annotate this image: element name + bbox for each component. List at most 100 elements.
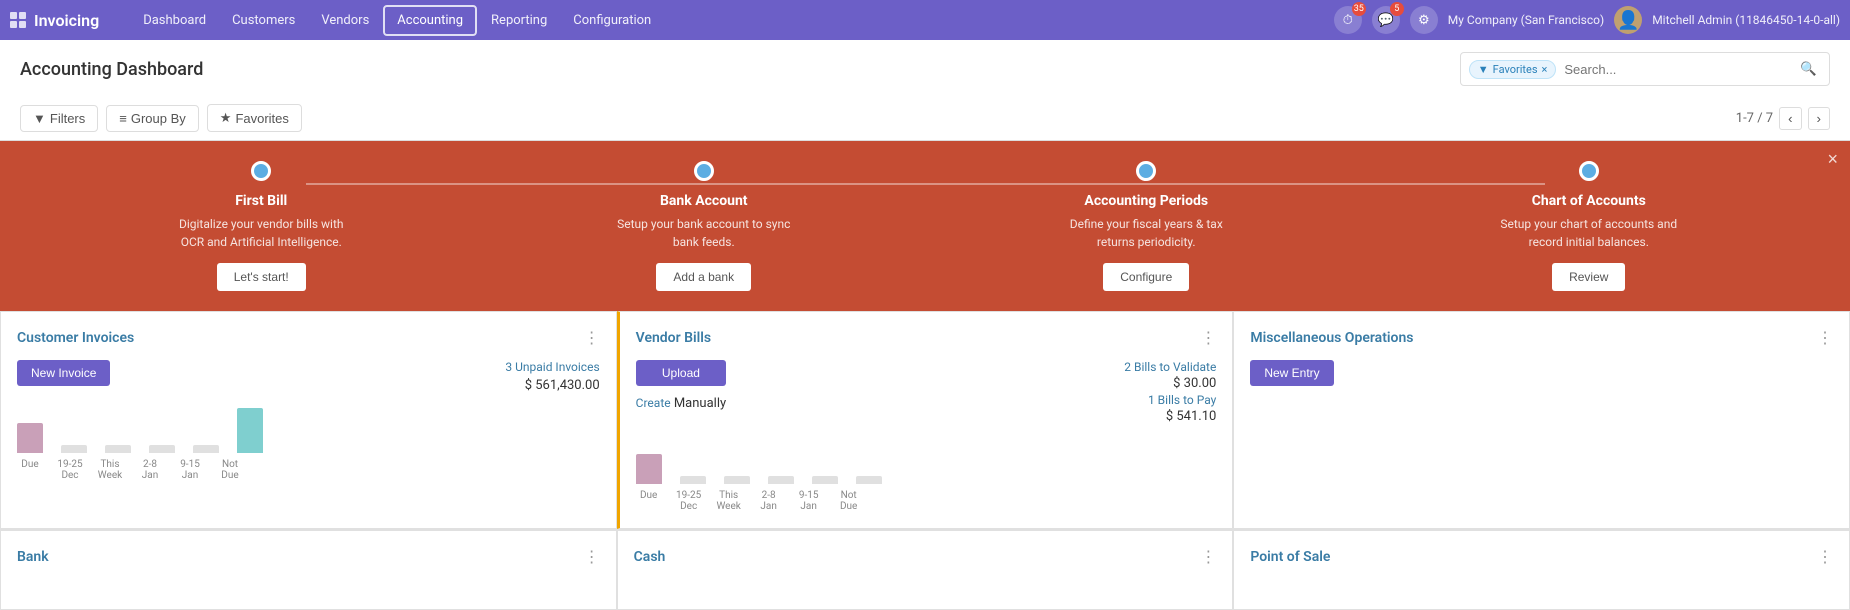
step-btn-3[interactable]: Configure — [1103, 263, 1189, 291]
activity-badge[interactable]: ⏱ 35 — [1334, 6, 1362, 34]
step-desc-3: Define your fiscal years & tax returns p… — [1056, 215, 1236, 251]
misc-operations-title: Miscellaneous Operations — [1250, 330, 1413, 346]
bills-validate-link[interactable]: 2 Bills to Validate — [1124, 360, 1216, 374]
search-input[interactable] — [1556, 60, 1796, 79]
bar-due — [17, 423, 43, 453]
vb-chart-label-jan28: 2-8 Jan — [756, 490, 782, 512]
chart-col-thisweek — [105, 445, 131, 453]
invoices-amount: $ 561,430.00 — [505, 378, 599, 393]
settings-badge[interactable]: ⚙ — [1410, 6, 1438, 34]
bar-dec — [61, 445, 87, 453]
grid-icon[interactable] — [10, 12, 26, 28]
onboarding-step-4: Chart of Accounts Setup your chart of ac… — [1368, 161, 1811, 291]
step-title-3: Accounting Periods — [1084, 193, 1208, 209]
step-dot-4 — [1579, 161, 1599, 181]
vb-chart-col-due — [636, 454, 662, 484]
messages-badge[interactable]: 💬 5 — [1372, 6, 1400, 34]
vb-chart-col-jan915 — [812, 476, 838, 484]
pagination-next[interactable]: › — [1808, 107, 1830, 130]
bank-card-menu[interactable]: ⋮ — [584, 547, 600, 567]
messages-count: 5 — [1390, 2, 1404, 16]
customer-invoices-card: Customer Invoices ⋮ New Invoice 3 Unpaid… — [0, 311, 617, 529]
nav-item-dashboard[interactable]: Dashboard — [131, 7, 218, 34]
cash-card-menu[interactable]: ⋮ — [1200, 547, 1216, 567]
top-navigation: Invoicing Dashboard Customers Vendors Ac… — [0, 0, 1850, 40]
user-name[interactable]: Mitchell Admin (11846450-14-0-all) — [1652, 13, 1840, 27]
bills-pay-link[interactable]: 1 Bills to Pay — [1124, 393, 1216, 407]
nav-item-vendors[interactable]: Vendors — [309, 7, 381, 34]
chart-col-jan915 — [193, 445, 219, 453]
nav-right: ⏱ 35 💬 5 ⚙ My Company (San Francisco) 👤 … — [1334, 6, 1840, 34]
close-banner-button[interactable]: × — [1827, 149, 1838, 170]
favorites-button[interactable]: ★ Favorites — [207, 104, 302, 132]
remove-tag-button[interactable]: × — [1542, 63, 1548, 76]
misc-operations-menu[interactable]: ⋮ — [1817, 328, 1833, 348]
bank-card-header: Bank ⋮ — [17, 547, 600, 567]
cash-card: Cash ⋮ — [617, 530, 1234, 610]
dashboard-grid: Customer Invoices ⋮ New Invoice 3 Unpaid… — [0, 311, 1850, 529]
vendor-bills-buttons: Upload Create Manually — [636, 360, 727, 411]
vb-chart-col-notdue — [856, 476, 882, 484]
customer-invoices-chart: Due 19-25 Dec This Week 2-8 Jan 9-15 Jan… — [17, 405, 600, 481]
user-avatar[interactable]: 👤 — [1614, 6, 1642, 34]
groupby-icon: ≡ — [119, 111, 127, 126]
nav-item-configuration[interactable]: Configuration — [561, 7, 663, 34]
misc-operations-card: Miscellaneous Operations ⋮ New Entry — [1233, 311, 1850, 529]
page-title: Accounting Dashboard — [20, 59, 203, 80]
filter-funnel-icon: ▼ — [33, 111, 46, 126]
customer-invoices-header: Customer Invoices ⋮ — [17, 328, 600, 348]
chart-col-jan28 — [149, 445, 175, 453]
search-bar: ▼ Favorites × 🔍 — [1460, 52, 1830, 86]
pagination-prev[interactable]: ‹ — [1779, 107, 1801, 130]
customer-invoices-menu[interactable]: ⋮ — [584, 328, 600, 348]
pagination-text: 1-7 / 7 — [1736, 111, 1773, 126]
vendor-bills-chart: Due 19-25 Dec This Week 2-8 Jan 9-15 Jan… — [636, 436, 1217, 512]
settings-icon: ⚙ — [1410, 6, 1438, 34]
step-btn-1[interactable]: Let's start! — [217, 263, 306, 291]
vendor-bills-header: Vendor Bills ⋮ — [636, 328, 1217, 348]
chart-label-notdue: Not Due — [217, 459, 243, 481]
vb-bar-jan915 — [812, 476, 838, 484]
new-entry-button[interactable]: New Entry — [1250, 360, 1333, 386]
step-btn-2[interactable]: Add a bank — [656, 263, 751, 291]
chart-label-due: Due — [17, 459, 43, 481]
unpaid-invoices-link[interactable]: 3 Unpaid Invoices — [505, 360, 599, 374]
create-link[interactable]: Create — [636, 396, 671, 410]
vb-chart-col-jan28 — [768, 476, 794, 484]
nav-item-customers[interactable]: Customers — [220, 7, 307, 34]
vendor-bills-menu[interactable]: ⋮ — [1200, 328, 1216, 348]
chart-label-thisweek: This Week — [97, 459, 123, 481]
step-title-4: Chart of Accounts — [1532, 193, 1646, 209]
bank-card-title: Bank — [17, 549, 49, 565]
misc-operations-actions: New Entry — [1250, 360, 1833, 386]
bills-validate-amount: $ 30.00 — [1124, 376, 1216, 391]
search-tag: ▼ Favorites × — [1469, 60, 1557, 79]
app-name: Invoicing — [34, 11, 99, 30]
search-button[interactable]: 🔍 — [1796, 57, 1821, 81]
step-desc-2: Setup your bank account to sync bank fee… — [614, 215, 794, 251]
filters-button[interactable]: ▼ Filters — [20, 105, 98, 132]
favorites-label: Favorites — [235, 111, 288, 126]
onboarding-steps: First Bill Digitalize your vendor bills … — [40, 161, 1810, 291]
company-name[interactable]: My Company (San Francisco) — [1448, 13, 1604, 27]
cash-card-header: Cash ⋮ — [634, 547, 1217, 567]
nav-item-reporting[interactable]: Reporting — [479, 7, 559, 34]
pos-card-header: Point of Sale ⋮ — [1250, 547, 1833, 567]
pos-card-menu[interactable]: ⋮ — [1817, 547, 1833, 567]
nav-items: Dashboard Customers Vendors Accounting R… — [131, 5, 1334, 36]
bills-pay-amount: $ 541.10 — [1124, 409, 1216, 424]
app-logo[interactable]: Invoicing — [10, 11, 115, 30]
onboarding-banner: × First Bill Digitalize your vendor bill… — [0, 141, 1850, 311]
vendor-bills-actions: Upload Create Manually 2 Bills to Valida… — [636, 360, 1217, 424]
filter-icon: ▼ — [1478, 63, 1489, 76]
new-invoice-button[interactable]: New Invoice — [17, 360, 110, 386]
search-input-wrap[interactable]: ▼ Favorites × 🔍 — [1460, 52, 1830, 86]
activity-count: 35 — [1352, 2, 1366, 16]
step-btn-4[interactable]: Review — [1552, 263, 1625, 291]
onboarding-step-1: First Bill Digitalize your vendor bills … — [40, 161, 483, 291]
nav-item-accounting[interactable]: Accounting — [383, 5, 477, 36]
groupby-button[interactable]: ≡ Group By — [106, 105, 199, 132]
upload-button[interactable]: Upload — [636, 360, 727, 386]
vendor-bills-card: Vendor Bills ⋮ Upload Create Manually 2 … — [617, 311, 1234, 529]
manually-label: Manually — [671, 396, 727, 411]
